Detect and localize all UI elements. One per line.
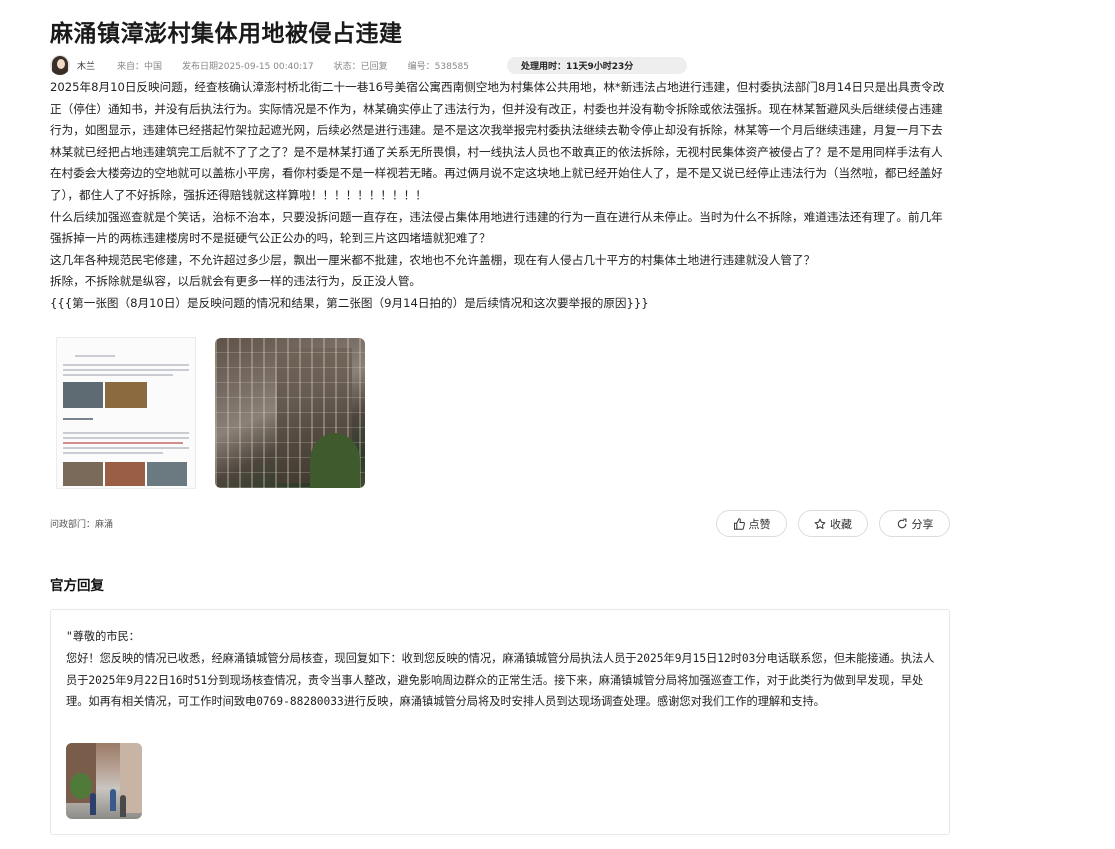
avatar	[50, 55, 70, 75]
like-button[interactable]: 点赞	[716, 510, 787, 537]
star-icon	[814, 518, 826, 529]
content-paragraph: 2025年8月10日反映问题，经查核确认漳澎村桥北街二十一巷16号美宿公寓西南侧…	[50, 80, 945, 202]
collect-button[interactable]: 收藏	[798, 510, 868, 537]
post-content: 2025年8月10日反映问题，经查核确认漳澎村桥北街二十一巷16号美宿公寓西南侧…	[50, 77, 952, 315]
share-label: 分享	[911, 517, 934, 531]
reply-text: "尊敬的市民： 您好！您反映的情况已收悉，经麻涌镇城管分局核查，现回复如下：收到…	[66, 630, 935, 709]
handling-time-badge: 处理用时：11天9小时23分	[507, 56, 687, 74]
official-reply-title: 官方回复	[50, 578, 104, 594]
content-paragraph: 这几年各种规范民宅修建，不允许超过多少层，飘出一厘米都不批建，农地也不允许盖棚，…	[50, 252, 816, 267]
author-name[interactable]: 木兰	[77, 59, 95, 72]
collect-label: 收藏	[830, 517, 852, 531]
official-reply-card: "尊敬的市民： 您好！您反映的情况已收悉，经麻涌镇城管分局核查，现回复如下：收到…	[50, 609, 950, 835]
issue-number: 编号：538585	[407, 61, 469, 72]
share-icon	[897, 518, 906, 528]
source-label: 来自：中国	[117, 61, 163, 72]
content-paragraph: 什么后续加强巡查就是个笑话，治标不治本，只要没拆问题一直存在，违法侵占集体用地进…	[50, 209, 943, 246]
reply-attachment-image[interactable]	[66, 743, 142, 819]
publish-date: 发布日期2025-09-15 00:40:17	[182, 61, 314, 72]
attachment-image-site-photo[interactable]	[215, 338, 365, 488]
page-title: 麻涌镇漳澎村集体用地被侵占违建	[50, 21, 403, 47]
like-label: 点赞	[748, 517, 771, 531]
department-label: 问政部门：麻涌	[50, 520, 114, 530]
status-label: 状态：已回复	[333, 61, 388, 72]
thumbs-up-icon	[733, 517, 745, 530]
content-paragraph: 拆除，不拆除就是纵容，以后就会有更多一样的违法行为，反正没人管。	[50, 274, 422, 289]
post-meta: 木兰 来自：中国 发布日期2025-09-15 00:40:17 状态：已回复 …	[50, 54, 687, 76]
share-button[interactable]: 分享	[879, 510, 950, 537]
attachment-image-screenshot[interactable]	[56, 337, 196, 489]
content-paragraph: {{{第一张图（8月10日）是反映问题的情况和结果，第二张图（9月14日拍的）是…	[50, 295, 649, 310]
